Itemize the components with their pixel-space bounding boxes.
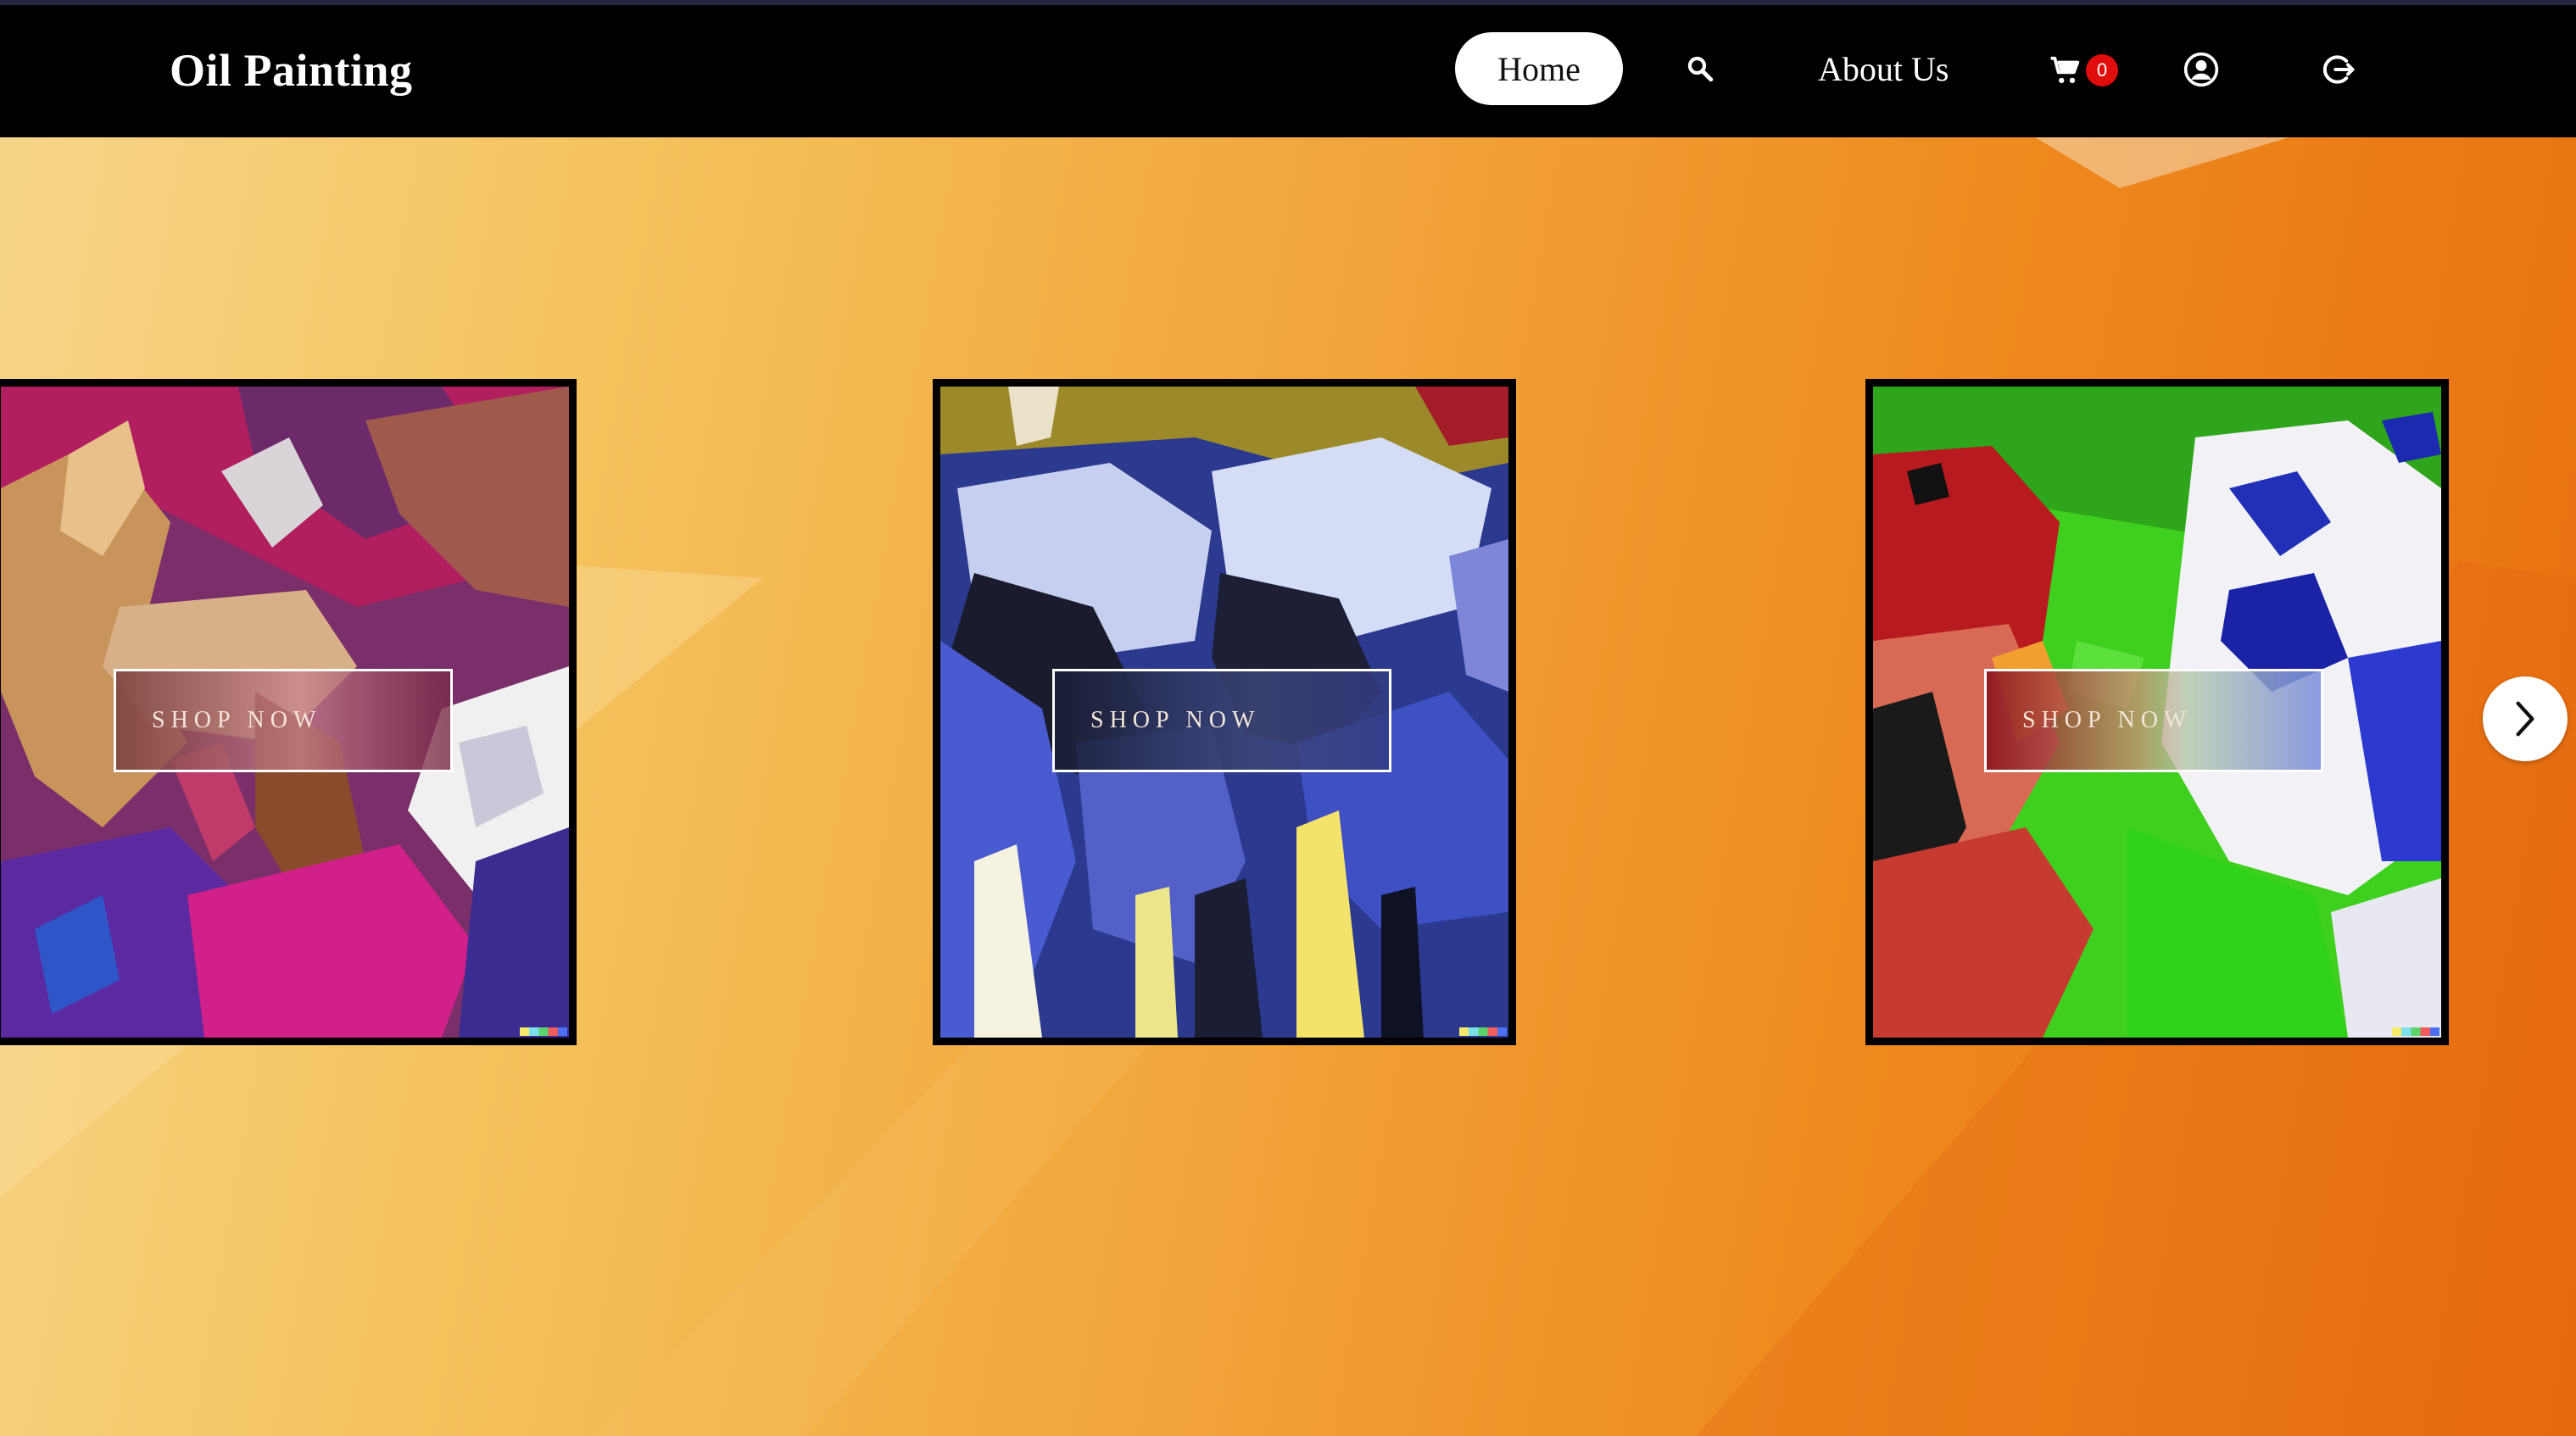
shop-now-button[interactable]: SHOP NOW — [114, 669, 453, 772]
signature-swatch — [2392, 1027, 2439, 1036]
painting-card[interactable]: SHOP NOW — [1865, 379, 2449, 1045]
shop-now-button[interactable]: SHOP NOW — [1984, 669, 2323, 772]
abstract-animal-painting: SHOP NOW — [1873, 387, 2441, 1038]
painting-card[interactable]: SHOP NOW — [0, 379, 577, 1045]
horses-painting: SHOP NOW — [1, 387, 569, 1038]
signature-swatch — [520, 1027, 567, 1036]
nav-home-button[interactable]: Home — [1455, 32, 1623, 105]
painting-card[interactable]: SHOP NOW — [933, 379, 1516, 1045]
account-icon[interactable] — [2183, 51, 2220, 92]
cart-icon[interactable] — [2049, 54, 2083, 91]
signature-swatch — [1459, 1027, 1507, 1036]
navbar: Oil Painting Home About Us 0 — [0, 5, 2576, 137]
cart-count-badge: 0 — [2086, 54, 2118, 86]
nav-about-link[interactable]: About Us — [1818, 49, 1949, 89]
search-icon[interactable] — [1686, 54, 1715, 87]
shop-now-button[interactable]: SHOP NOW — [1052, 669, 1391, 772]
brand-logo[interactable]: Oil Painting — [170, 44, 413, 97]
carousel-next-button[interactable] — [2483, 676, 2568, 761]
sheep-painting: SHOP NOW — [940, 387, 1508, 1038]
chevron-right-icon — [2516, 701, 2534, 737]
logout-icon[interactable] — [2320, 51, 2357, 92]
